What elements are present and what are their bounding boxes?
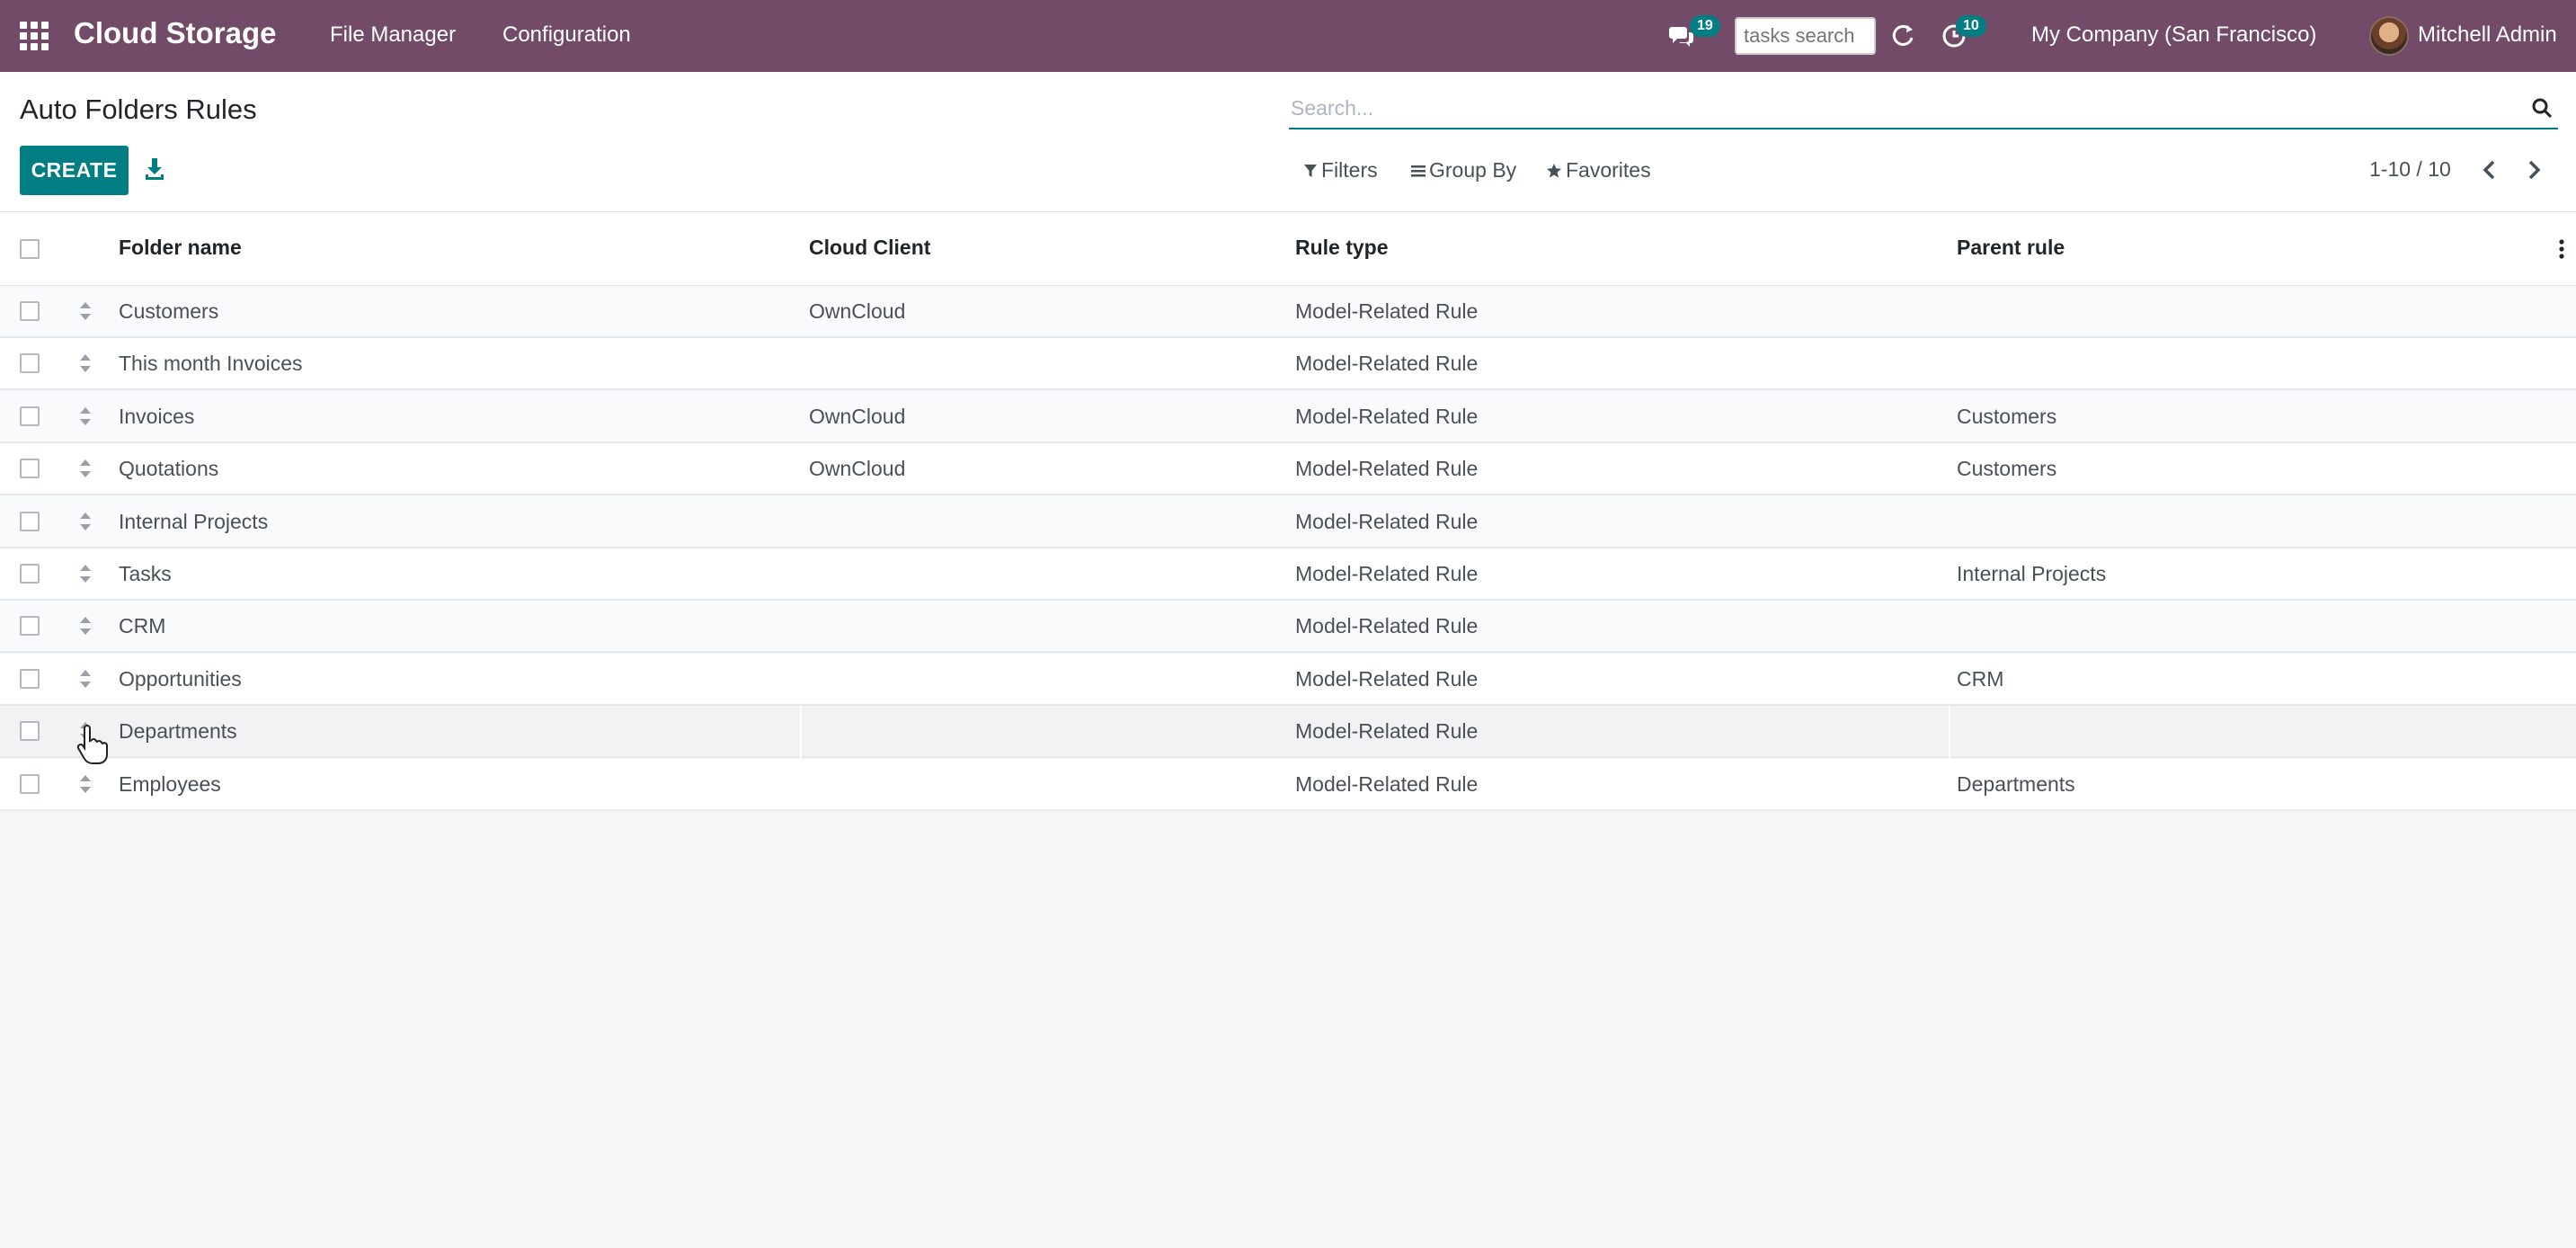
cell-rule-type: Model-Related Rule xyxy=(1295,719,1479,744)
cell-cloud-client: OwnCloud xyxy=(809,404,906,428)
cell-rule-type: Model-Related Rule xyxy=(1295,457,1479,481)
sync-icon[interactable] xyxy=(1891,23,1916,49)
menu-file-manager[interactable]: File Manager xyxy=(330,22,456,48)
row-select-checkbox[interactable] xyxy=(20,564,40,584)
cell-rule-type: Model-Related Rule xyxy=(1295,352,1479,376)
tasks-search-input[interactable] xyxy=(1735,17,1876,55)
row-select-checkbox[interactable] xyxy=(20,459,40,479)
star-icon xyxy=(1546,163,1562,178)
row-drag-handle-icon[interactable] xyxy=(77,405,93,428)
row-select-checkbox[interactable] xyxy=(20,721,40,742)
user-menu[interactable]: Mitchell Admin xyxy=(2418,22,2557,48)
menu-configuration[interactable]: Configuration xyxy=(502,22,631,48)
column-header-parent-rule[interactable]: Parent rule xyxy=(1957,236,2065,260)
cell-rule-type: Model-Related Rule xyxy=(1295,614,1479,638)
download-icon[interactable] xyxy=(144,156,165,182)
row-drag-handle-icon[interactable] xyxy=(77,352,93,375)
pager-next-icon[interactable] xyxy=(2522,158,2545,182)
row-select-checkbox[interactable] xyxy=(20,406,40,426)
cell-parent-rule: Departments xyxy=(1957,771,2075,796)
cell-cloud-client: OwnCloud xyxy=(809,457,906,481)
cell-folder-name: Opportunities xyxy=(119,666,242,691)
cell-rule-type: Model-Related Rule xyxy=(1295,666,1479,691)
cell-parent-rule: Customers xyxy=(1957,457,2057,481)
row-drag-handle-icon[interactable] xyxy=(77,719,93,743)
group-by-button[interactable]: Group By xyxy=(1411,158,1516,183)
cell-folder-name: Departments xyxy=(119,719,237,744)
cell-folder-name: CRM xyxy=(119,614,166,638)
group-by-bars-icon xyxy=(1411,165,1426,176)
row-select-checkbox[interactable] xyxy=(20,301,40,321)
filter-funnel-icon xyxy=(1304,164,1317,177)
favorites-button[interactable]: Favorites xyxy=(1546,158,1651,183)
row-drag-handle-icon[interactable] xyxy=(77,667,93,691)
search-icon[interactable] xyxy=(2531,97,2553,119)
table-row[interactable]: Tasks Model-Related Rule Internal Projects xyxy=(0,548,2576,601)
row-select-checkbox[interactable] xyxy=(20,511,40,531)
cell-folder-name: Internal Projects xyxy=(119,509,269,533)
row-select-checkbox[interactable] xyxy=(20,668,40,689)
table-header: Folder name Cloud Client Rule type Paren… xyxy=(0,212,2576,286)
messages-badge: 19 xyxy=(1690,15,1720,37)
column-header-cloud-client[interactable]: Cloud Client xyxy=(809,236,930,260)
favorites-label: Favorites xyxy=(1566,158,1651,182)
row-drag-handle-icon[interactable] xyxy=(77,562,93,585)
table-row[interactable]: Customers OwnCloud Model-Related Rule xyxy=(0,286,2576,338)
filters-button[interactable]: Filters xyxy=(1303,158,1378,183)
cell-rule-type: Model-Related Rule xyxy=(1295,509,1479,533)
row-select-checkbox[interactable] xyxy=(20,773,40,794)
row-select-checkbox[interactable] xyxy=(20,353,40,374)
search-input[interactable] xyxy=(1289,88,2511,128)
company-switcher[interactable]: My Company (San Francisco) xyxy=(2031,22,2316,48)
cell-folder-name: Employees xyxy=(119,771,221,796)
top-navbar: Cloud Storage File Manager Configuration… xyxy=(0,0,2576,72)
cell-rule-type: Model-Related Rule xyxy=(1295,562,1479,585)
cell-folder-name: Customers xyxy=(119,299,219,323)
table-row[interactable]: Departments Model-Related Rule xyxy=(0,706,2576,759)
search-bar xyxy=(1289,88,2558,129)
cell-folder-name: Tasks xyxy=(119,562,172,585)
cell-folder-name: Quotations xyxy=(119,457,219,481)
control-panel: Auto Folders Rules CREATE Filters Group … xyxy=(0,72,2576,212)
pager-previous-icon[interactable] xyxy=(2478,158,2501,182)
group-by-label: Group By xyxy=(1429,158,1517,182)
table-row[interactable]: Opportunities Model-Related Rule CRM xyxy=(0,653,2576,706)
table-row[interactable]: This month Invoices Model-Related Rule xyxy=(0,338,2576,391)
user-avatar[interactable] xyxy=(2369,16,2409,56)
table-row[interactable]: CRM Model-Related Rule xyxy=(0,601,2576,654)
select-all-checkbox[interactable] xyxy=(20,239,40,259)
row-drag-handle-icon[interactable] xyxy=(77,614,93,637)
filters-label: Filters xyxy=(1321,158,1378,182)
cell-parent-rule: Internal Projects xyxy=(1957,562,2107,585)
table-row[interactable]: Internal Projects Model-Related Rule xyxy=(0,495,2576,548)
column-separator xyxy=(1949,706,1950,759)
cell-cloud-client: OwnCloud xyxy=(809,299,906,323)
column-header-rule-type[interactable]: Rule type xyxy=(1295,236,1389,260)
table-row[interactable]: Invoices OwnCloud Model-Related Rule Custom… xyxy=(0,390,2576,443)
table-row[interactable]: Quotations OwnCloud Model-Related Rule Cust… xyxy=(0,443,2576,496)
app-brand[interactable]: Cloud Storage xyxy=(74,16,277,50)
page-title: Auto Folders Rules xyxy=(20,94,257,125)
column-header-folder-name[interactable]: Folder name xyxy=(119,236,242,260)
row-drag-handle-icon[interactable] xyxy=(77,299,93,323)
create-button[interactable]: CREATE xyxy=(20,146,129,195)
table-row[interactable]: Employees Model-Related Rule Departments xyxy=(0,758,2576,811)
cell-parent-rule: Customers xyxy=(1957,404,2057,428)
row-select-checkbox[interactable] xyxy=(20,616,40,637)
apps-grid-icon[interactable] xyxy=(20,22,49,50)
pager-value[interactable]: 1-10 / 10 xyxy=(2369,157,2451,182)
activities-badge: 10 xyxy=(1956,15,1986,37)
column-separator xyxy=(800,706,802,759)
cell-parent-rule: CRM xyxy=(1957,666,2004,691)
row-drag-handle-icon[interactable] xyxy=(77,510,93,533)
row-drag-handle-icon[interactable] xyxy=(77,772,93,796)
cell-folder-name: Invoices xyxy=(119,404,195,428)
cell-rule-type: Model-Related Rule xyxy=(1295,404,1479,428)
cell-folder-name: This month Invoices xyxy=(119,352,303,376)
cell-rule-type: Model-Related Rule xyxy=(1295,299,1479,323)
row-drag-handle-icon[interactable] xyxy=(77,457,93,480)
optional-columns-kebab-icon[interactable] xyxy=(2558,237,2565,261)
cell-rule-type: Model-Related Rule xyxy=(1295,771,1479,796)
